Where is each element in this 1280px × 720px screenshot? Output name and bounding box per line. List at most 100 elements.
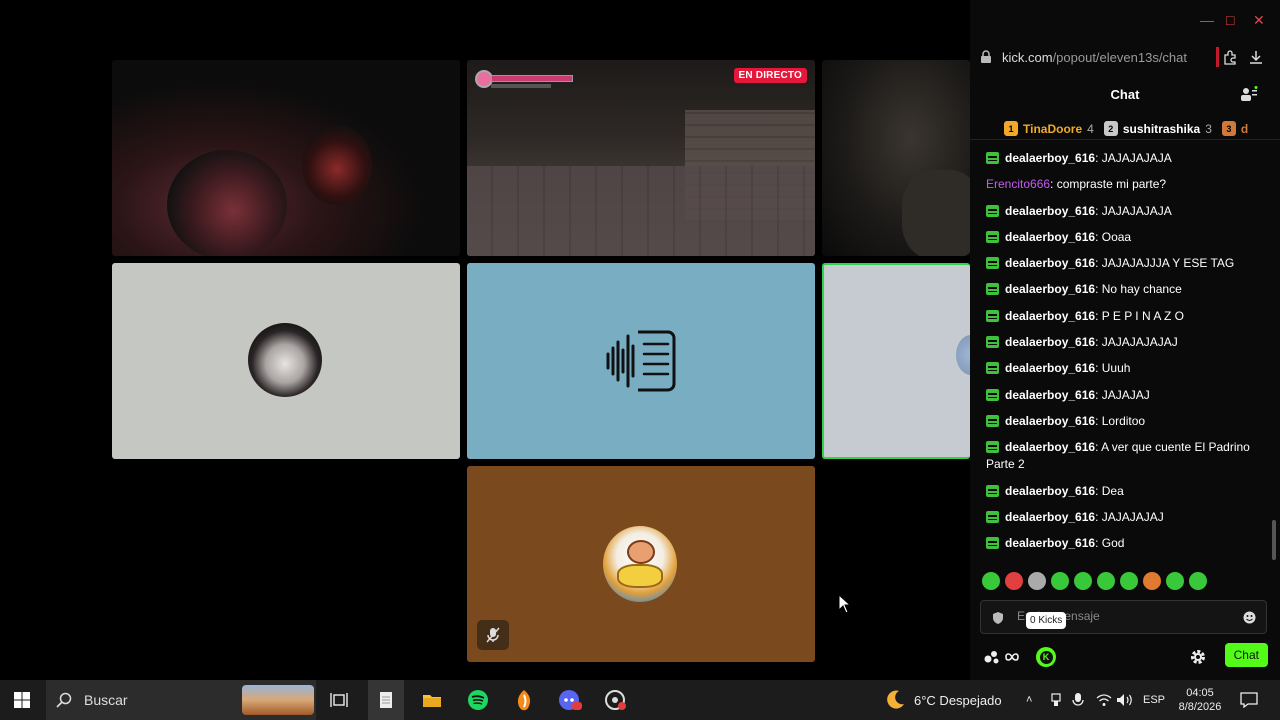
chat-message: dealaerboy_616: A ver que cuente El Padr… bbox=[986, 439, 1266, 473]
live-badge: EN DIRECTO bbox=[733, 68, 807, 83]
taskbar-clock[interactable]: 04:05 8/8/2026 bbox=[1170, 686, 1230, 714]
chat-username[interactable]: dealaerboy_616 bbox=[1005, 256, 1095, 270]
chevron-up-icon[interactable]: ˄ bbox=[1026, 680, 1042, 720]
emote-icon[interactable] bbox=[1166, 572, 1184, 590]
chat-username[interactable]: dealaerboy_616 bbox=[1005, 361, 1095, 375]
chat-text: : Uuuh bbox=[1095, 361, 1131, 376]
participant-tile-anime[interactable] bbox=[112, 263, 460, 459]
fl-studio-icon[interactable] bbox=[506, 680, 542, 720]
emote-icon[interactable] bbox=[1143, 572, 1161, 590]
chat-username[interactable]: dealaerboy_616 bbox=[1005, 414, 1095, 428]
soundwave-avatar-icon bbox=[606, 330, 676, 392]
subscriber-badge-icon bbox=[986, 309, 999, 322]
participant-tile-soundwave[interactable] bbox=[467, 263, 815, 459]
settings-gear-icon[interactable] bbox=[1189, 648, 1207, 666]
search-label: Buscar bbox=[84, 692, 128, 708]
chat-username[interactable]: dealaerboy_616 bbox=[1005, 204, 1095, 218]
desktop: EN DIRECTO — □ ✕ kick.com/popout/eleven1… bbox=[0, 0, 1280, 720]
participant-avatar bbox=[956, 335, 970, 375]
extension-icon[interactable] bbox=[1222, 49, 1238, 65]
emote-icon[interactable] bbox=[1074, 572, 1092, 590]
chat-message-list: dealaerboy_616: JAJAJAJAJA Erencito666: … bbox=[986, 150, 1266, 561]
chat-username[interactable]: dealaerboy_616 bbox=[1005, 440, 1095, 454]
wifi-icon[interactable] bbox=[1096, 680, 1112, 720]
maximize-icon[interactable]: □ bbox=[1226, 12, 1234, 28]
infinity-icon[interactable] bbox=[1004, 651, 1020, 663]
send-chat-button[interactable]: Chat bbox=[1224, 643, 1268, 667]
spotify-icon[interactable] bbox=[460, 680, 496, 720]
health-bar-icon bbox=[475, 70, 573, 94]
start-button[interactable] bbox=[0, 680, 44, 720]
game-stream-tile[interactable]: EN DIRECTO bbox=[467, 60, 815, 256]
language-indicator[interactable]: ESP bbox=[1143, 680, 1165, 720]
chat-username[interactable]: dealaerboy_616 bbox=[1005, 388, 1095, 402]
subscriber-badge-icon bbox=[986, 362, 999, 375]
windows-taskbar: Buscar 6°C Despejado ˄ ESP 04:05 8/8/202… bbox=[0, 680, 1280, 720]
gifter-name[interactable]: TinaDoore bbox=[1023, 122, 1082, 136]
chat-username[interactable]: dealaerboy_616 bbox=[1005, 484, 1095, 498]
download-icon[interactable] bbox=[1248, 49, 1264, 65]
moon-icon bbox=[887, 690, 904, 709]
chat-username[interactable]: dealaerboy_616 bbox=[1005, 335, 1095, 349]
obs-record-icon[interactable] bbox=[598, 680, 634, 720]
subscriber-badge-icon bbox=[986, 510, 999, 523]
subscriber-badge-icon bbox=[986, 152, 999, 164]
emote-icon[interactable] bbox=[1097, 572, 1115, 590]
muted-mic-icon[interactable] bbox=[477, 620, 509, 650]
participant-tile-cartoon[interactable] bbox=[467, 466, 815, 662]
taskbar-search[interactable]: Buscar bbox=[46, 680, 316, 720]
volume-icon[interactable] bbox=[1116, 680, 1134, 720]
points-icon[interactable] bbox=[984, 650, 1000, 664]
emote-icon[interactable] bbox=[1028, 572, 1046, 590]
top-gifters-bar: 1 TinaDoore 4 2 sushitrashika 3 3 d bbox=[970, 118, 1280, 140]
task-view-icon[interactable] bbox=[322, 680, 356, 720]
users-icon[interactable] bbox=[1240, 86, 1258, 104]
usb-icon[interactable] bbox=[1050, 680, 1062, 720]
chat-username[interactable]: dealaerboy_616 bbox=[1005, 230, 1095, 244]
minimize-icon[interactable]: — bbox=[1200, 12, 1214, 28]
notepad-app-icon[interactable] bbox=[368, 680, 404, 720]
emote-icon[interactable] bbox=[1189, 572, 1207, 590]
gifter-name[interactable]: sushitrashika bbox=[1123, 122, 1200, 136]
emote-icon[interactable] bbox=[1120, 572, 1138, 590]
discord-icon[interactable] bbox=[552, 680, 588, 720]
weather-widget[interactable]: 6°C Despejado bbox=[884, 680, 1002, 720]
kick-logo-icon[interactable]: K bbox=[1036, 647, 1056, 667]
emote-icon[interactable] bbox=[1051, 572, 1069, 590]
chat-scrollbar[interactable] bbox=[1272, 520, 1276, 560]
gifter-name[interactable]: d bbox=[1241, 122, 1248, 136]
chat-message: dealaerboy_616: P E P I N A Z O bbox=[986, 308, 1266, 325]
emote-icon[interactable] bbox=[1005, 572, 1023, 590]
subscriber-badge-icon bbox=[986, 414, 999, 427]
windows-logo-icon bbox=[14, 692, 30, 708]
microphone-icon[interactable] bbox=[1072, 680, 1084, 720]
chat-username[interactable]: dealaerboy_616 bbox=[1005, 282, 1095, 296]
gifter-rank-badge: 3 bbox=[1221, 121, 1236, 136]
gifter-rank-badge: 1 bbox=[1004, 121, 1018, 136]
close-icon[interactable]: ✕ bbox=[1253, 12, 1265, 29]
subscriber-badge-icon bbox=[986, 204, 999, 217]
notifications-icon[interactable] bbox=[1240, 680, 1258, 720]
webcam-person bbox=[302, 125, 372, 205]
participant-tile-speaking[interactable] bbox=[822, 263, 970, 459]
webcam-tile-left[interactable] bbox=[112, 60, 460, 256]
chat-input-box[interactable] bbox=[980, 600, 1267, 634]
url-text: kick.com/popout/eleven13s/chat bbox=[1002, 49, 1187, 65]
chat-username[interactable]: dealaerboy_616 bbox=[1005, 536, 1095, 550]
subscriber-badge-icon bbox=[986, 537, 999, 550]
emote-icon[interactable] bbox=[982, 572, 1000, 590]
chat-username[interactable]: dealaerboy_616 bbox=[1005, 510, 1095, 524]
chat-username[interactable]: dealaerboy_616 bbox=[1005, 151, 1095, 165]
emoji-icon[interactable] bbox=[1243, 611, 1256, 624]
chat-username[interactable]: dealaerboy_616 bbox=[1005, 309, 1095, 323]
chat-text: : Ooaa bbox=[1095, 229, 1132, 244]
file-explorer-icon[interactable] bbox=[414, 680, 450, 720]
chat-text: : God bbox=[1095, 536, 1125, 551]
chat-text: : JAJAJAJJJA Y ESE TAG bbox=[1095, 256, 1235, 271]
chat-username[interactable]: Erencito666 bbox=[986, 177, 1050, 191]
webcam-tile-right[interactable] bbox=[822, 60, 970, 256]
chat-text: : JAJAJAJAJA bbox=[1095, 203, 1172, 218]
chat-text: : No hay chance bbox=[1095, 282, 1182, 297]
subscriber-badge-icon bbox=[986, 257, 999, 270]
chat-message: dealaerboy_616: Dea bbox=[986, 483, 1266, 500]
